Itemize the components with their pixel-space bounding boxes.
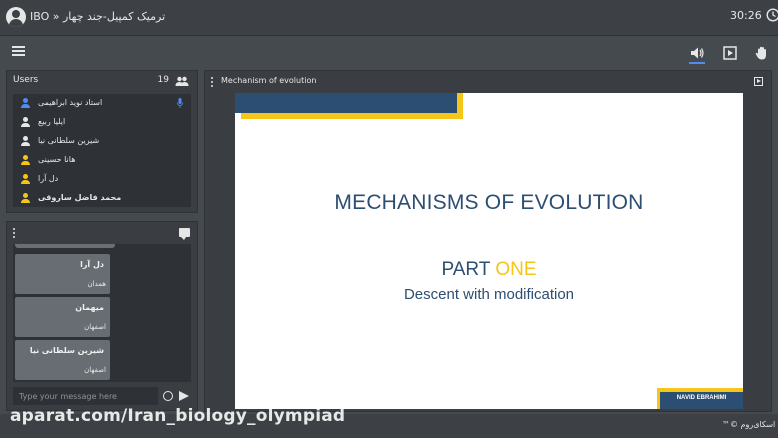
slide-part: PART ONE <box>235 259 743 281</box>
slide-part-label: PART <box>441 259 496 280</box>
chat-icon <box>179 228 190 240</box>
user-name: هانا حسینی <box>38 155 76 164</box>
users-header: Users 19 <box>7 71 197 91</box>
message-text: اصفهان <box>84 323 106 331</box>
message-sender: شیرین سلطانی نیا <box>29 346 104 355</box>
play-screen-icon[interactable] <box>722 45 738 61</box>
session-time: 30:26 <box>730 8 762 22</box>
emoji-icon[interactable] <box>163 391 173 401</box>
user-name: ایلیا ربیع <box>38 117 66 126</box>
user-row[interactable]: شیرین سلطانی نیا <box>13 132 191 151</box>
slide: MECHANISMS OF EVOLUTION PART ONE Descent… <box>235 93 743 409</box>
presentation-panel: Mechanism of evolution MECHANISMS OF EVO… <box>204 70 772 412</box>
user-row[interactable]: هانا حسینی <box>13 151 191 170</box>
user-icon <box>21 193 30 203</box>
chat-messages: دل آرا همدان میهمان اصفهان شیرین سلطانی … <box>13 244 191 382</box>
brand-label: اسکای‌روم ©™ <box>722 420 776 429</box>
session-timer: 30:26 <box>730 8 778 22</box>
toolbar <box>0 37 778 67</box>
user-name: دل آرا <box>38 174 59 183</box>
chat-message: میهمان اصفهان <box>15 297 110 337</box>
menu-icon[interactable] <box>12 46 25 56</box>
message-input[interactable] <box>13 387 158 405</box>
message-sender: دل آرا <box>80 260 104 269</box>
user-row[interactable]: استاد نوید ابراهیمی <box>13 94 191 113</box>
user-name: استاد نوید ابراهیمی <box>38 98 103 107</box>
speaker-icon[interactable] <box>689 45 705 61</box>
slide-author: NAVID EBRAHIMI <box>676 395 727 401</box>
clock-icon <box>766 8 778 22</box>
room-title: IBO » ترمیک کمپیل-جند چهار <box>30 10 166 23</box>
top-bar: IBO » ترمیک کمپیل-جند چهار 30:26 <box>0 0 778 36</box>
user-name: شیرین سلطانی نیا <box>38 136 100 145</box>
user-icon <box>21 155 30 165</box>
watermark: aparat.com/Iran_biology_olympiad <box>10 406 346 426</box>
raise-hand-icon[interactable] <box>754 45 770 61</box>
user-icon <box>21 117 30 127</box>
chat-options-icon[interactable] <box>13 228 16 238</box>
message-text: همدان <box>87 280 107 288</box>
active-indicator <box>689 62 705 64</box>
chat-panel: دل آرا همدان میهمان اصفهان شیرین سلطانی … <box>6 221 198 411</box>
users-title: Users <box>13 75 39 85</box>
user-row[interactable]: دل آرا <box>13 170 191 189</box>
message-text: اصفهان <box>84 366 106 374</box>
slide-subtitle: Descent with modification <box>403 286 575 303</box>
previous-message-edge <box>15 244 115 248</box>
exit-presentation-icon[interactable] <box>754 77 763 86</box>
microphone-icon[interactable] <box>177 98 183 108</box>
group-icon <box>175 76 189 86</box>
slide-part-number: ONE <box>495 259 537 280</box>
slide-decor-blue <box>235 93 457 113</box>
user-profile-icon[interactable] <box>6 7 26 27</box>
user-row[interactable]: ایلیا ربیع <box>13 113 191 132</box>
send-icon[interactable] <box>179 391 189 401</box>
message-sender: میهمان <box>75 303 104 312</box>
user-row[interactable]: محمد فاضل ساروقی <box>13 189 191 207</box>
users-panel: Users 19 استاد نوید ابراهیمی ایلیا ربیع … <box>6 70 198 213</box>
user-icon <box>21 174 30 184</box>
presentation-options-icon[interactable] <box>211 77 214 87</box>
chat-message: شیرین سلطانی نیا اصفهان <box>15 340 110 380</box>
presentation-title: Mechanism of evolution <box>221 76 317 85</box>
users-list: استاد نوید ابراهیمی ایلیا ربیع شیرین سلط… <box>13 94 191 207</box>
chat-message: دل آرا همدان <box>15 254 110 294</box>
user-icon <box>21 98 30 108</box>
user-icon <box>21 136 30 146</box>
slide-title: MECHANISMS OF EVOLUTION <box>334 191 644 214</box>
users-count: 19 <box>157 75 169 85</box>
user-name: محمد فاضل ساروقی <box>38 193 122 202</box>
